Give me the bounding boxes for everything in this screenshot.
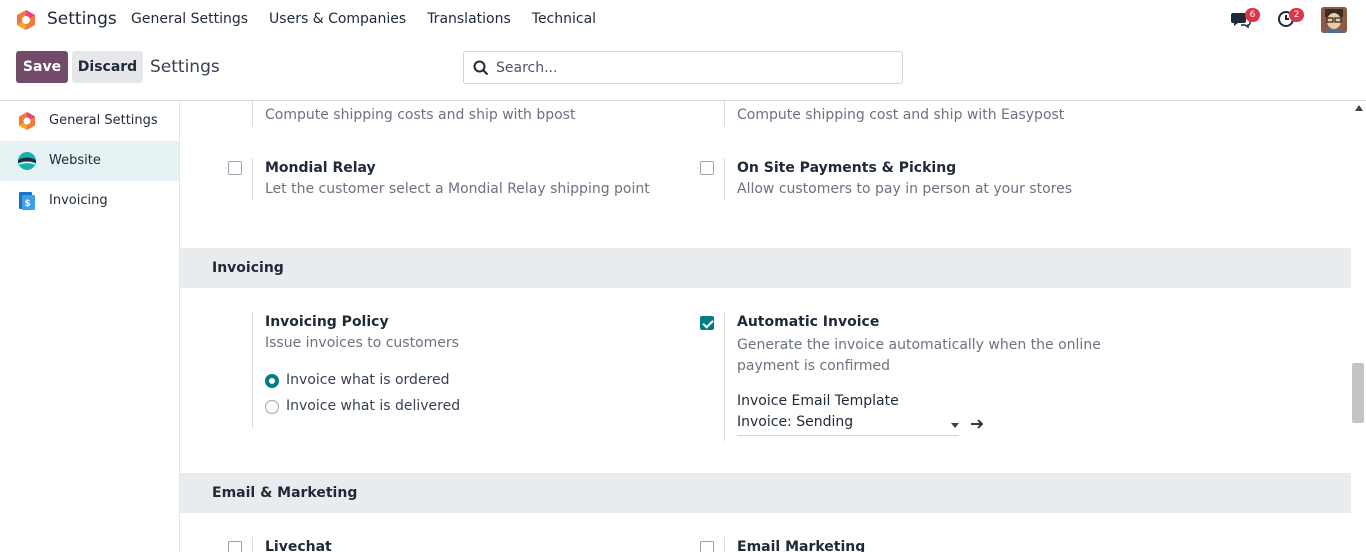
user-avatar[interactable] bbox=[1321, 7, 1347, 33]
odoo-settings-icon[interactable] bbox=[15, 9, 37, 31]
select-value: Invoice: Sending bbox=[737, 414, 854, 430]
invoice-ordered-label[interactable]: Invoice what is ordered bbox=[286, 372, 450, 388]
invoicing-icon: $ bbox=[19, 192, 35, 210]
menu-users-companies[interactable]: Users & Companies bbox=[269, 11, 406, 27]
onsite-payments-checkbox[interactable] bbox=[700, 161, 714, 175]
invoice-email-template-label: Invoice Email Template bbox=[737, 393, 899, 409]
top-navbar: Settings General Settings Users & Compan… bbox=[0, 0, 1366, 40]
svg-text:$: $ bbox=[25, 199, 31, 209]
menu-translations[interactable]: Translations bbox=[427, 11, 511, 27]
divider bbox=[724, 312, 725, 441]
main-menu: General Settings Users & Companies Trans… bbox=[131, 11, 617, 27]
bpost-description: Compute shipping costs and ship with bpo… bbox=[265, 107, 576, 123]
divider bbox=[724, 158, 725, 200]
page-title: Settings bbox=[150, 57, 220, 77]
email-marketing-checkbox[interactable] bbox=[700, 541, 714, 552]
menu-general-settings[interactable]: General Settings bbox=[131, 11, 248, 27]
divider bbox=[252, 537, 253, 552]
scrollbar-thumb[interactable] bbox=[1352, 363, 1364, 423]
sidebar-item-website[interactable]: Website bbox=[0, 141, 179, 181]
search-input[interactable] bbox=[496, 58, 886, 78]
mondial-relay-description: Let the customer select a Mondial Relay … bbox=[265, 181, 650, 197]
menu-technical[interactable]: Technical bbox=[532, 11, 596, 27]
section-title: Email & Marketing bbox=[212, 485, 358, 501]
livechat-checkbox[interactable] bbox=[228, 541, 242, 552]
mondial-relay-title: Mondial Relay bbox=[265, 160, 376, 176]
divider bbox=[252, 158, 253, 200]
divider bbox=[724, 537, 725, 552]
onsite-payments-title: On Site Payments & Picking bbox=[737, 160, 957, 176]
automatic-invoice-description: Generate the invoice automatically when … bbox=[737, 337, 1101, 374]
save-button[interactable]: Save bbox=[16, 51, 68, 83]
arrow-right-icon[interactable] bbox=[970, 417, 984, 431]
scroll-up-icon[interactable] bbox=[1355, 105, 1363, 111]
invoicing-policy-title: Invoicing Policy bbox=[265, 314, 389, 330]
sidebar-item-label: General Settings bbox=[49, 113, 158, 128]
automatic-invoice-title: Automatic Invoice bbox=[737, 314, 880, 330]
invoice-email-template-select[interactable]: Invoice: Sending bbox=[737, 414, 959, 436]
livechat-title: Livechat bbox=[265, 539, 332, 552]
avatar-icon bbox=[1321, 7, 1347, 33]
divider bbox=[252, 312, 253, 428]
chevron-down-icon bbox=[951, 423, 959, 428]
sidebar-item-label: Invoicing bbox=[49, 193, 108, 208]
settings-sidebar: General Settings Website $ Invoicing bbox=[0, 101, 180, 552]
invoice-ordered-radio[interactable] bbox=[265, 374, 279, 388]
invoicing-policy-description: Issue invoices to customers bbox=[265, 335, 459, 351]
email-marketing-title: Email Marketing bbox=[737, 539, 866, 552]
email-marketing-section-header: Email & Marketing bbox=[180, 473, 1351, 513]
automatic-invoice-checkbox[interactable] bbox=[700, 316, 714, 330]
sidebar-item-general-settings[interactable]: General Settings bbox=[0, 101, 179, 141]
sidebar-item-invoicing[interactable]: $ Invoicing bbox=[0, 181, 179, 221]
divider bbox=[724, 101, 725, 126]
mondial-relay-checkbox[interactable] bbox=[228, 161, 242, 175]
search-icon bbox=[473, 60, 489, 76]
discard-button[interactable]: Discard bbox=[72, 51, 143, 83]
section-title: Invoicing bbox=[212, 260, 284, 276]
app-name[interactable]: Settings bbox=[47, 9, 117, 29]
invoice-delivered-radio[interactable] bbox=[265, 400, 279, 414]
chat-count-badge: 6 bbox=[1245, 8, 1260, 22]
sidebar-item-label: Website bbox=[49, 153, 101, 168]
scrollbar[interactable] bbox=[1351, 101, 1366, 552]
onsite-payments-description: Allow customers to pay in person at your… bbox=[737, 181, 1073, 197]
search-box bbox=[463, 51, 903, 84]
divider bbox=[252, 101, 253, 126]
odoo-settings-icon bbox=[19, 112, 35, 130]
invoicing-section-header: Invoicing bbox=[180, 248, 1351, 288]
easypost-description: Compute shipping cost and ship with Easy… bbox=[737, 107, 1065, 123]
settings-content: Compute shipping costs and ship with bpo… bbox=[180, 101, 1351, 552]
website-icon bbox=[18, 152, 36, 170]
activity-count-badge: 2 bbox=[1289, 8, 1304, 22]
invoice-delivered-label[interactable]: Invoice what is delivered bbox=[286, 398, 460, 414]
